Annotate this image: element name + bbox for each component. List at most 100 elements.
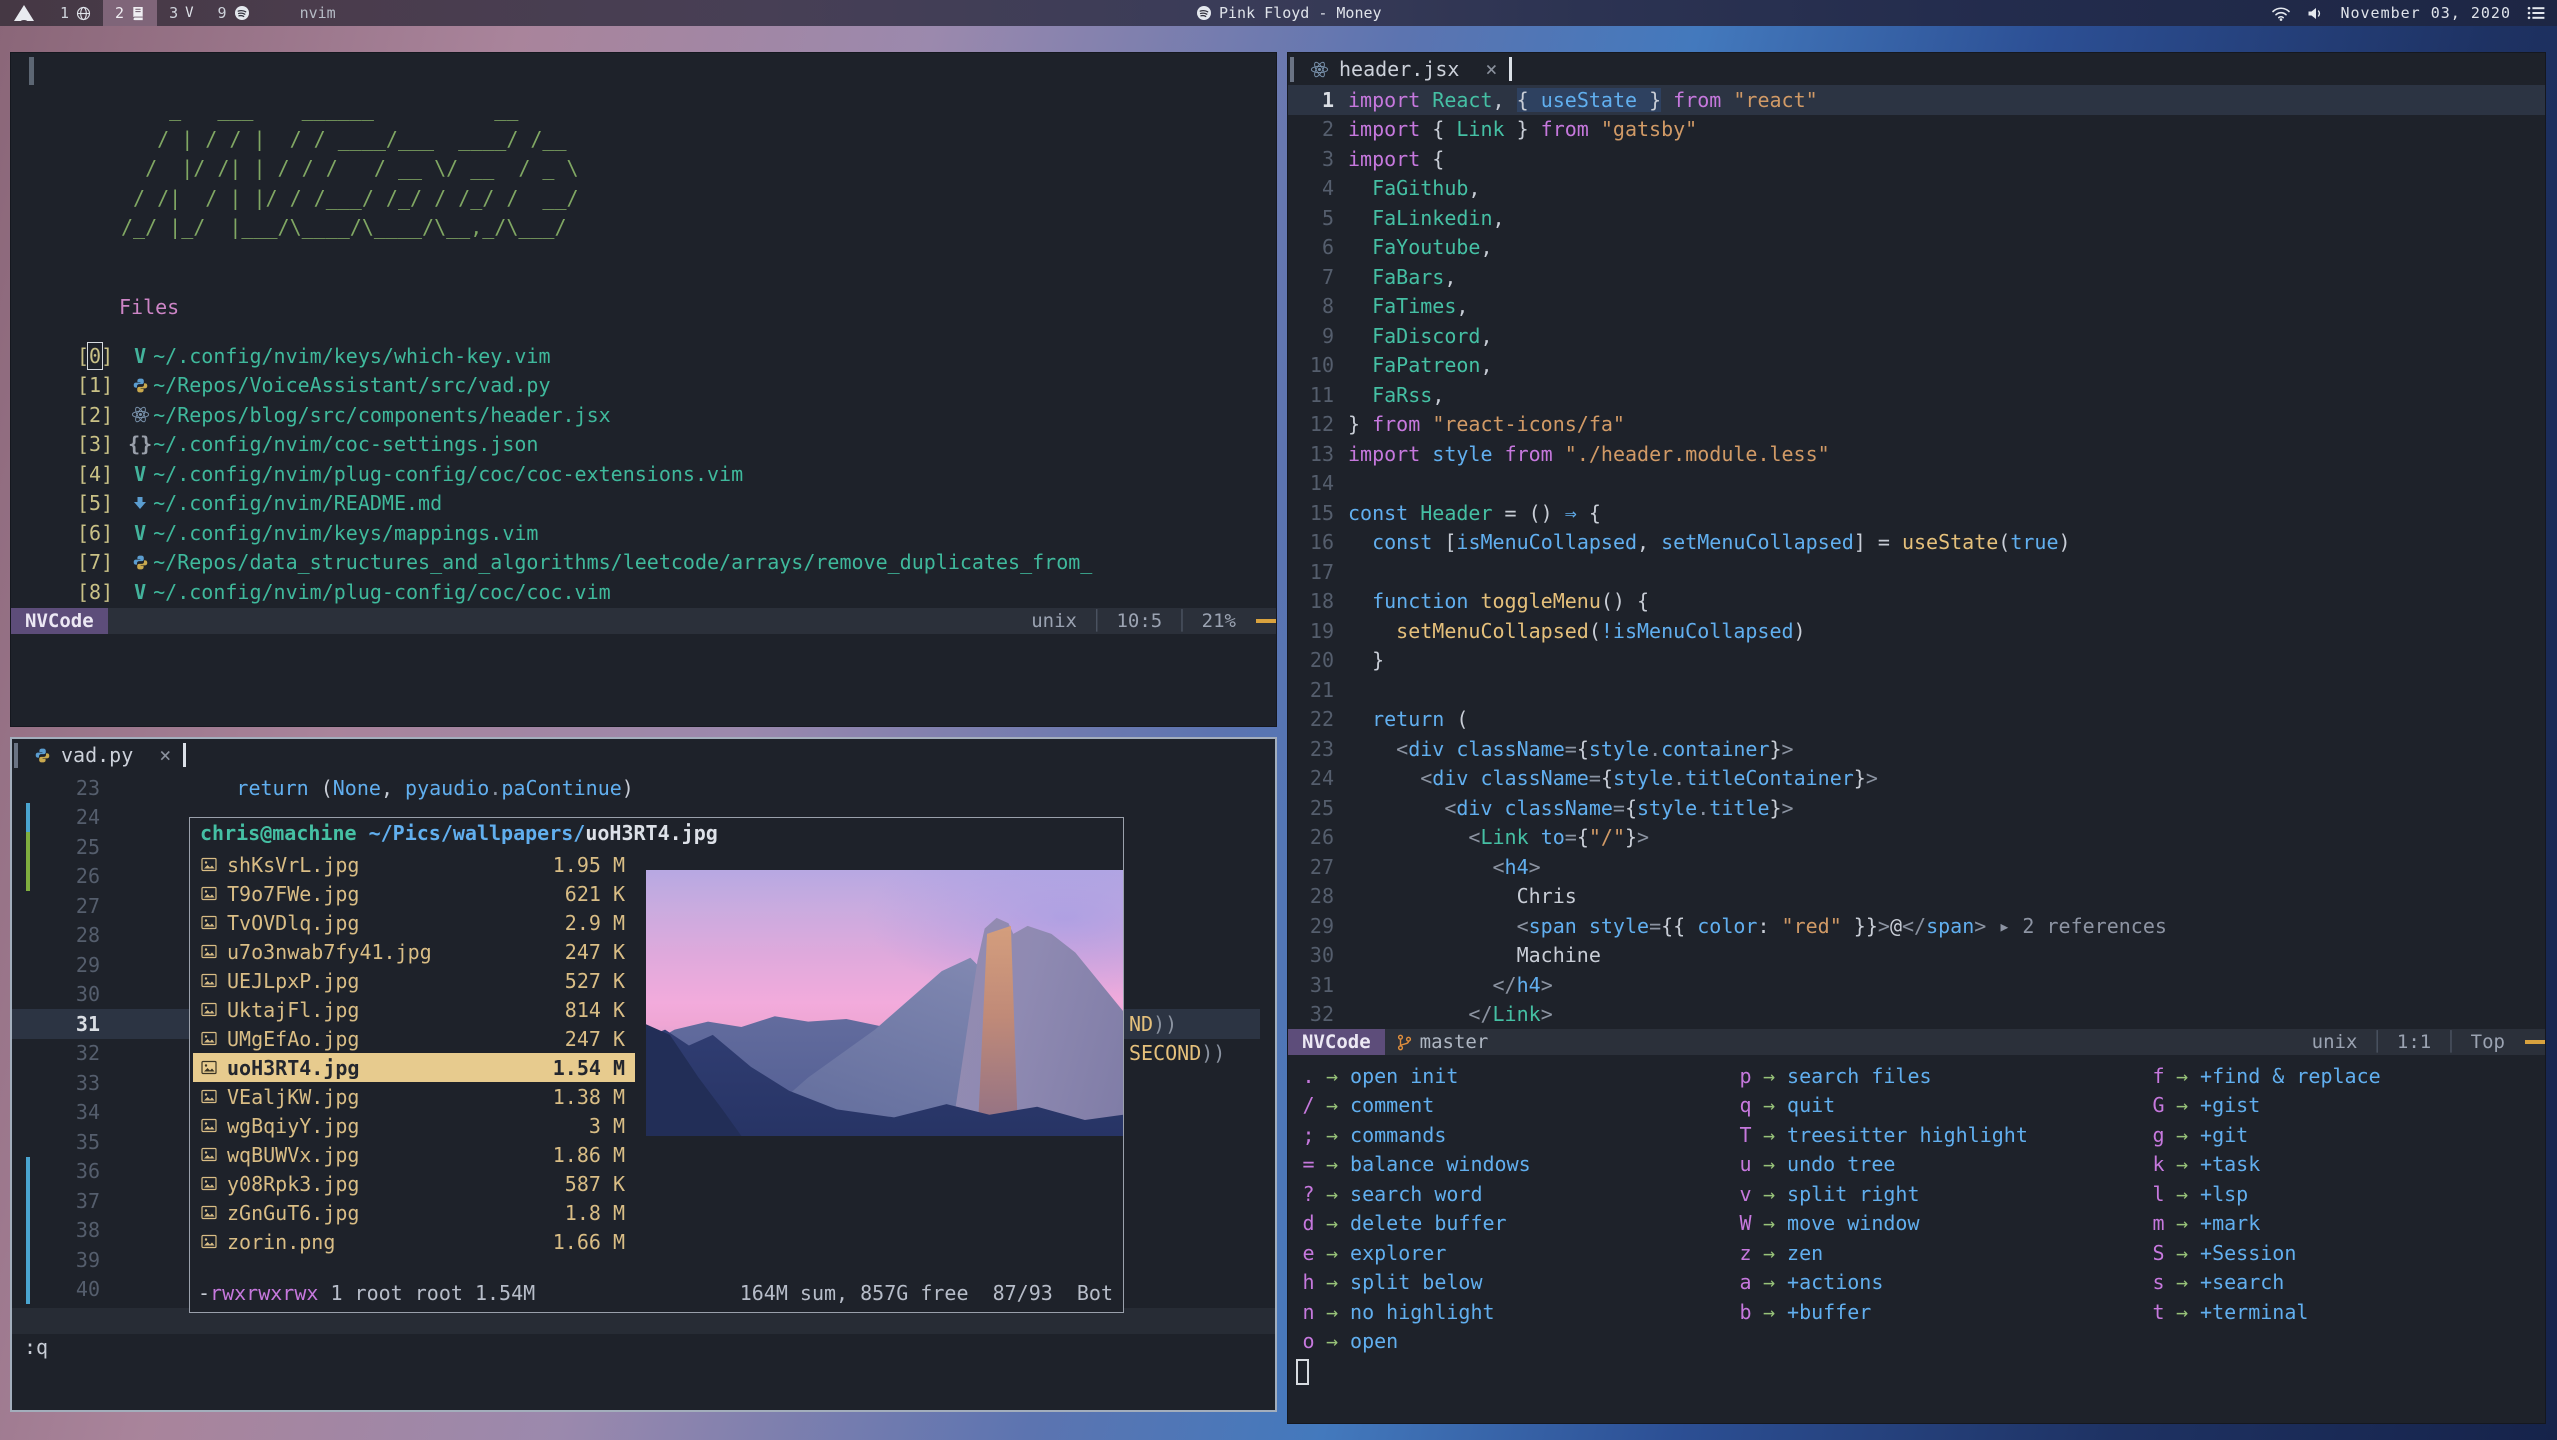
spotify-icon — [1196, 5, 1212, 21]
which-key-item[interactable]: e→explorer — [1301, 1238, 1531, 1268]
popup-file-name: TvOVDlq.jpg — [227, 911, 359, 935]
menu-list-icon[interactable] — [2527, 6, 2545, 20]
which-key-item[interactable]: p→search files — [1738, 1061, 2028, 1091]
popup-file-item[interactable]: UEJLpxP.jpg527 K — [193, 966, 635, 995]
popup-file-item[interactable]: shKsVrL.jpg1.95 M — [193, 850, 635, 879]
clock-date[interactable]: November 03, 2020 — [2340, 4, 2511, 22]
popup-file-item[interactable]: T9o7FWe.jpg621 K — [193, 879, 635, 908]
popup-file-name: T9o7FWe.jpg — [227, 882, 359, 906]
popup-file-item[interactable]: VEaljKW.jpg1.38 M — [193, 1082, 635, 1111]
recent-file-item[interactable]: [3]{} ~/.config/nvim/coc-settings.json — [77, 430, 1268, 460]
which-key-item[interactable]: /→comment — [1301, 1091, 1531, 1121]
recent-file-item[interactable]: [8]V ~/.config/nvim/plug-config/coc/coc.… — [77, 577, 1268, 607]
which-key-item[interactable]: f→+find & replace — [2151, 1061, 2381, 1091]
code-line: 27 <h4> — [1288, 852, 2545, 882]
image-file-icon — [201, 1031, 227, 1046]
vim-icon: V — [127, 521, 153, 545]
which-key-item[interactable]: g→+git — [2151, 1120, 2381, 1150]
popup-file-size: 1.95 M — [553, 853, 625, 877]
which-key-item[interactable]: T→treesitter highlight — [1738, 1120, 2028, 1150]
popup-file-item[interactable]: wqBUWVx.jpg1.86 M — [193, 1140, 635, 1169]
code-line: 20 } — [1288, 646, 2545, 676]
recent-file-item[interactable]: [2] ~/Repos/blog/src/components/header.j… — [77, 400, 1268, 430]
which-key-item[interactable]: ;→commands — [1301, 1120, 1531, 1150]
code-line: 23 return (None, pyaudio.paContinue) — [12, 773, 1275, 803]
now-playing-text[interactable]: Pink Floyd - Money — [1219, 4, 1382, 22]
which-key-item[interactable]: l→+lsp — [2151, 1179, 2381, 1209]
which-key-item[interactable]: s→+search — [2151, 1268, 2381, 1298]
popup-file-size: 587 K — [565, 1172, 625, 1196]
popup-file-size: 247 K — [565, 1027, 625, 1051]
which-key-item[interactable]: t→+terminal — [2151, 1297, 2381, 1327]
which-key-item[interactable]: v→split right — [1738, 1179, 2028, 1209]
which-key-item[interactable]: q→quit — [1738, 1091, 2028, 1121]
code-line: 23 <div className={style.container}> — [1288, 734, 2545, 764]
code-line: 9 FaDiscord, — [1288, 321, 2545, 351]
which-key-item[interactable]: =→balance windows — [1301, 1150, 1531, 1180]
which-key-item[interactable]: o→open — [1301, 1327, 1531, 1357]
popup-file-name: y08Rpk3.jpg — [227, 1172, 359, 1196]
which-key-item[interactable]: a→+actions — [1738, 1268, 2028, 1298]
which-key-item[interactable]: k→+task — [2151, 1150, 2381, 1180]
code-line: 8 FaTimes, — [1288, 292, 2545, 322]
popup-file-item[interactable]: TvOVDlq.jpg2.9 M — [193, 908, 635, 937]
which-key-item[interactable]: W→move window — [1738, 1209, 2028, 1239]
which-key-item[interactable]: u→undo tree — [1738, 1150, 2028, 1180]
workspace-3[interactable]: 3V — [157, 0, 205, 26]
which-key-item[interactable]: z→zen — [1738, 1238, 2028, 1268]
tab-close-icon[interactable]: × — [1485, 57, 1497, 81]
which-key-item[interactable]: n→no highlight — [1301, 1297, 1531, 1327]
volume-icon[interactable] — [2307, 6, 2324, 21]
workspace-2[interactable]: 2 — [103, 0, 157, 26]
which-key-item[interactable]: G→+gist — [2151, 1091, 2381, 1121]
react-icon — [127, 406, 153, 423]
popup-file-item[interactable]: u7o3nwab7fy41.jpg247 K — [193, 937, 635, 966]
code-area-headerjsx[interactable]: 1import React, { useState } from "react"… — [1288, 85, 2545, 1029]
popup-file-item[interactable]: UMgEfAo.jpg247 K — [193, 1024, 635, 1053]
workspace-1[interactable]: 1 — [48, 0, 103, 26]
popup-file-item[interactable]: zorin.png1.66 M — [193, 1227, 635, 1256]
which-key-item[interactable]: S→+Session — [2151, 1238, 2381, 1268]
image-file-icon — [201, 1089, 227, 1104]
popup-perm-type: - — [198, 1281, 210, 1305]
popup-file-item[interactable]: zGnGuT6.jpg1.8 M — [193, 1198, 635, 1227]
which-key-item[interactable]: .→open init — [1301, 1061, 1531, 1091]
which-key-item[interactable]: b→+buffer — [1738, 1297, 2028, 1327]
recent-file-item[interactable]: [1] ~/Repos/VoiceAssistant/src/vad.py — [77, 371, 1268, 401]
which-key-item[interactable]: d→delete buffer — [1301, 1209, 1531, 1239]
popup-file-item[interactable]: y08Rpk3.jpg 587 K — [193, 1169, 635, 1198]
tab-vadpy[interactable]: vad.py × — [34, 743, 171, 767]
arch-logo-icon[interactable] — [14, 5, 34, 21]
arrow-right-icon: → — [1326, 1093, 1338, 1117]
which-key-item[interactable]: h→split below — [1301, 1268, 1531, 1298]
popup-file-item[interactable]: wgBqiyY.jpg3 M — [193, 1111, 635, 1140]
arrow-right-icon: → — [1326, 1182, 1338, 1206]
workspace-9[interactable]: 9 — [206, 0, 262, 26]
code-line: 13import style from "./header.module.les… — [1288, 439, 2545, 469]
image-file-icon — [201, 1234, 227, 1249]
popup-file-item[interactable]: UktajFl.jpg814 K — [193, 995, 635, 1024]
recent-file-item[interactable]: [7] ~/Repos/data_structures_and_algorith… — [77, 548, 1268, 578]
popup-permissions: rwxrwxrwx — [210, 1281, 318, 1305]
command-line[interactable]: :q — [24, 1335, 48, 1359]
popup-file-item-selected[interactable]: uoH3RT4.jpg1.54 M — [193, 1053, 635, 1082]
recent-file-item[interactable]: [4]V ~/.config/nvim/plug-config/coc/coc-… — [77, 459, 1268, 489]
wifi-icon[interactable] — [2271, 6, 2291, 21]
which-key-item[interactable]: m→+mark — [2151, 1209, 2381, 1239]
popup-file-name: wqBUWVx.jpg — [227, 1143, 359, 1167]
code-line: 4 FaGithub, — [1288, 174, 2545, 204]
react-icon — [1310, 61, 1329, 78]
recent-file-item[interactable]: [5] ~/.config/nvim/README.md — [77, 489, 1268, 519]
image-preview — [646, 870, 1123, 1136]
recent-file-item[interactable]: [6]V ~/.config/nvim/keys/mappings.vim — [77, 518, 1268, 548]
popup-file-size: 1.8 M — [565, 1201, 625, 1225]
recent-file-item[interactable]: [0]V ~/.config/nvim/keys/which-key.vim — [77, 341, 1268, 371]
arrow-right-icon: → — [1326, 1329, 1338, 1353]
which-key-item[interactable]: ?→search word — [1301, 1179, 1531, 1209]
tab-close-icon[interactable]: × — [159, 743, 171, 767]
recent-file-path: ~/.config/nvim/plug-config/coc/coc-exten… — [153, 462, 743, 486]
arrow-right-icon: → — [1326, 1241, 1338, 1265]
terminal-cursor — [29, 57, 34, 85]
tab-headerjsx[interactable]: header.jsx × — [1310, 57, 1497, 81]
arrow-right-icon: → — [1763, 1211, 1775, 1235]
